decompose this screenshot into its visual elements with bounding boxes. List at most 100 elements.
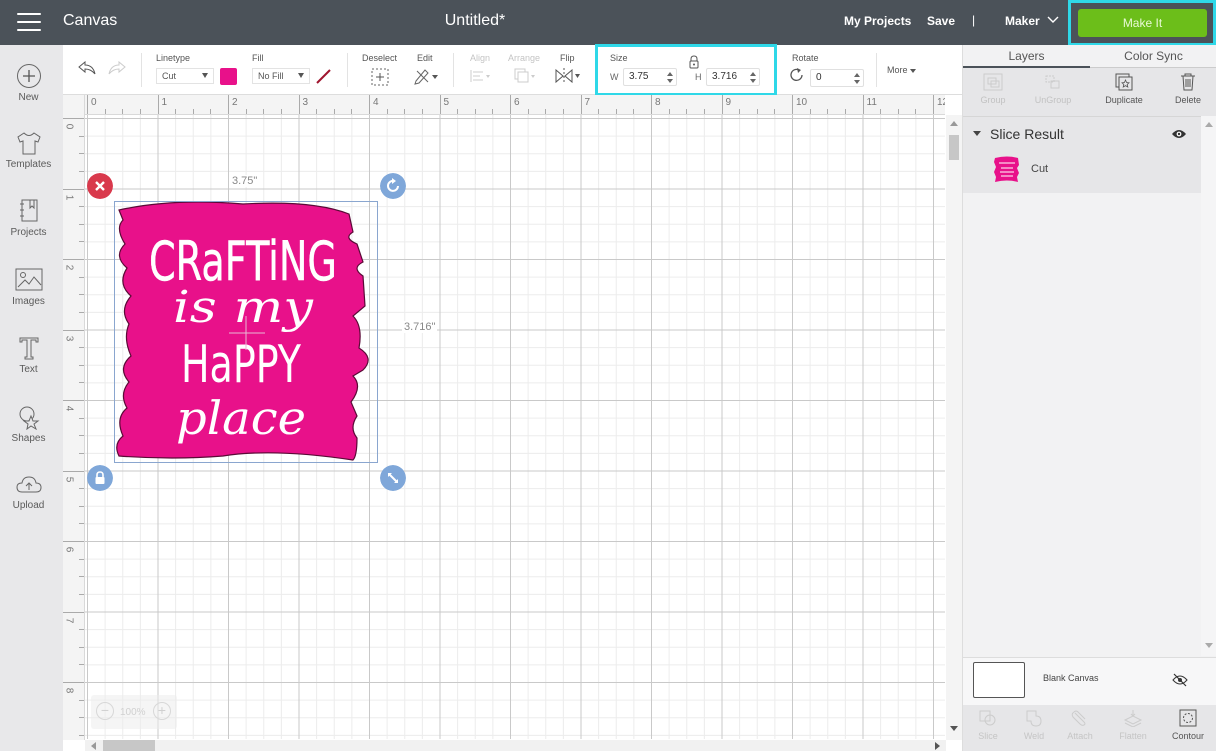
more-menu-button[interactable]: More <box>887 65 917 75</box>
ruler-tick <box>79 646 84 648</box>
resize-handle-icon[interactable] <box>380 465 406 491</box>
rotate-handle-icon[interactable] <box>380 173 406 199</box>
scroll-down-arrow-icon[interactable] <box>950 726 958 731</box>
linetype-color-swatch[interactable] <box>220 68 237 85</box>
ruler-x-label: 12 <box>937 97 945 108</box>
sidebar-item-projects[interactable]: Projects <box>0 198 57 238</box>
save-button[interactable]: Save <box>927 14 955 28</box>
linetype-select[interactable]: Cut <box>156 68 214 84</box>
machine-selector[interactable]: Maker <box>1005 14 1040 28</box>
ruler-tick <box>263 109 265 114</box>
ruler-tick <box>63 118 84 119</box>
rotate-stepper[interactable] <box>854 73 860 84</box>
ungroup-button[interactable]: UnGroup <box>1023 72 1083 105</box>
sidebar-item-text[interactable]: Text <box>0 335 57 375</box>
ruler-tick <box>721 95 723 114</box>
make-it-button[interactable]: Make It <box>1078 9 1207 37</box>
ruler-tick <box>87 95 88 114</box>
ungroup-label: UnGroup <box>1034 95 1072 105</box>
zoom-out-button[interactable]: − <box>96 702 114 720</box>
sidebar-item-shapes[interactable]: Shapes <box>0 404 57 444</box>
duplicate-icon <box>1115 73 1133 91</box>
left-sidebar: New Templates Projects Images Text Shape… <box>0 45 63 751</box>
layers-scroll-up-icon[interactable] <box>1205 122 1213 127</box>
horizontal-scroll-thumb[interactable] <box>103 740 155 751</box>
slice-button[interactable]: Slice <box>963 709 1013 741</box>
delete-button[interactable]: Delete <box>1158 72 1216 105</box>
eye-visible-icon[interactable] <box>1171 128 1187 140</box>
no-fill-swatch-icon[interactable] <box>315 68 332 85</box>
zoom-in-button[interactable]: + <box>153 702 171 720</box>
canvas-vertical-scrollbar[interactable] <box>946 115 962 740</box>
ruler-y-label: 2 <box>63 264 75 271</box>
ruler-tick <box>79 452 84 454</box>
chevron-down-icon[interactable] <box>1046 13 1060 27</box>
trash-icon <box>1181 73 1195 91</box>
ruler-tick <box>439 95 441 114</box>
scroll-up-arrow-icon[interactable] <box>950 121 958 126</box>
ruler-tick <box>63 470 84 472</box>
sidebar-item-templates[interactable]: Templates <box>0 130 57 170</box>
duplicate-button[interactable]: Duplicate <box>1094 72 1154 105</box>
flatten-icon <box>1123 710 1143 727</box>
ruler-tick <box>280 109 282 114</box>
attach-button[interactable]: Attach <box>1055 709 1105 741</box>
group-button[interactable]: Group <box>963 72 1023 105</box>
duplicate-label: Duplicate <box>1105 95 1143 105</box>
undo-icon[interactable] <box>77 60 97 76</box>
ungroup-icon <box>1045 75 1060 89</box>
sidebar-item-images[interactable]: Images <box>0 267 57 307</box>
layer-name: Cut <box>1031 163 1049 175</box>
layer-group-row[interactable]: Slice Result <box>963 117 1201 151</box>
ruler-tick <box>333 109 335 114</box>
tab-layers[interactable]: Layers <box>963 45 1090 68</box>
ruler-tick <box>79 311 84 313</box>
sidebar-item-new[interactable]: New <box>0 63 57 103</box>
blank-canvas-swatch[interactable] <box>973 662 1025 698</box>
edit-icon[interactable] <box>413 67 439 85</box>
weld-icon <box>1026 710 1042 727</box>
deselect-icon[interactable] <box>370 67 390 87</box>
blank-canvas-row[interactable]: Blank Canvas <box>963 657 1216 705</box>
my-projects-link[interactable]: My Projects <box>844 14 911 28</box>
ruler-tick <box>897 109 899 114</box>
layer-group-name: Slice Result <box>990 126 1064 142</box>
text-t-icon <box>19 337 38 360</box>
contour-button[interactable]: Contour <box>1163 709 1213 741</box>
ruler-tick <box>880 109 882 114</box>
ruler-tick <box>79 629 84 631</box>
fill-value: No Fill <box>258 71 284 81</box>
eye-hidden-icon[interactable] <box>1172 673 1188 687</box>
ruler-tick <box>79 347 84 349</box>
flip-icon[interactable] <box>554 67 582 85</box>
vertical-scroll-thumb[interactable] <box>949 135 959 160</box>
rotate-value: 0 <box>816 72 822 83</box>
tab-color-sync[interactable]: Color Sync <box>1090 45 1216 68</box>
ruler-tick <box>686 109 688 114</box>
flatten-button[interactable]: Flatten <box>1108 709 1158 741</box>
rotate-input[interactable]: 0 <box>810 69 864 87</box>
layers-scroll-down-icon[interactable] <box>1205 643 1213 648</box>
layers-scrollbar[interactable] <box>1201 116 1216 656</box>
fill-select[interactable]: No Fill <box>252 68 310 84</box>
ruler-tick <box>809 109 811 114</box>
layer-row[interactable]: Cut <box>963 151 1201 191</box>
toolbar-divider <box>347 53 348 87</box>
canvas-horizontal-scrollbar[interactable] <box>85 740 946 751</box>
weld-button[interactable]: Weld <box>1009 709 1059 741</box>
lock-handle-icon[interactable] <box>87 465 113 491</box>
delete-label: Delete <box>1174 95 1201 105</box>
sidebar-item-upload[interactable]: Upload <box>0 473 57 511</box>
scroll-right-arrow-icon[interactable] <box>935 742 940 750</box>
ruler-tick <box>79 558 84 560</box>
document-title[interactable]: Untitled* <box>0 12 950 30</box>
collapse-caret-icon[interactable] <box>973 131 981 136</box>
ruler-tick <box>844 109 846 114</box>
ruler-tick <box>228 95 229 114</box>
delete-handle-icon[interactable] <box>87 173 113 199</box>
scroll-left-arrow-icon[interactable] <box>91 742 96 750</box>
ruler-tick <box>79 170 84 172</box>
redo-icon[interactable] <box>107 60 127 76</box>
zoom-control: − 100% + <box>91 695 177 729</box>
ruler-x-label: 8 <box>655 97 661 108</box>
